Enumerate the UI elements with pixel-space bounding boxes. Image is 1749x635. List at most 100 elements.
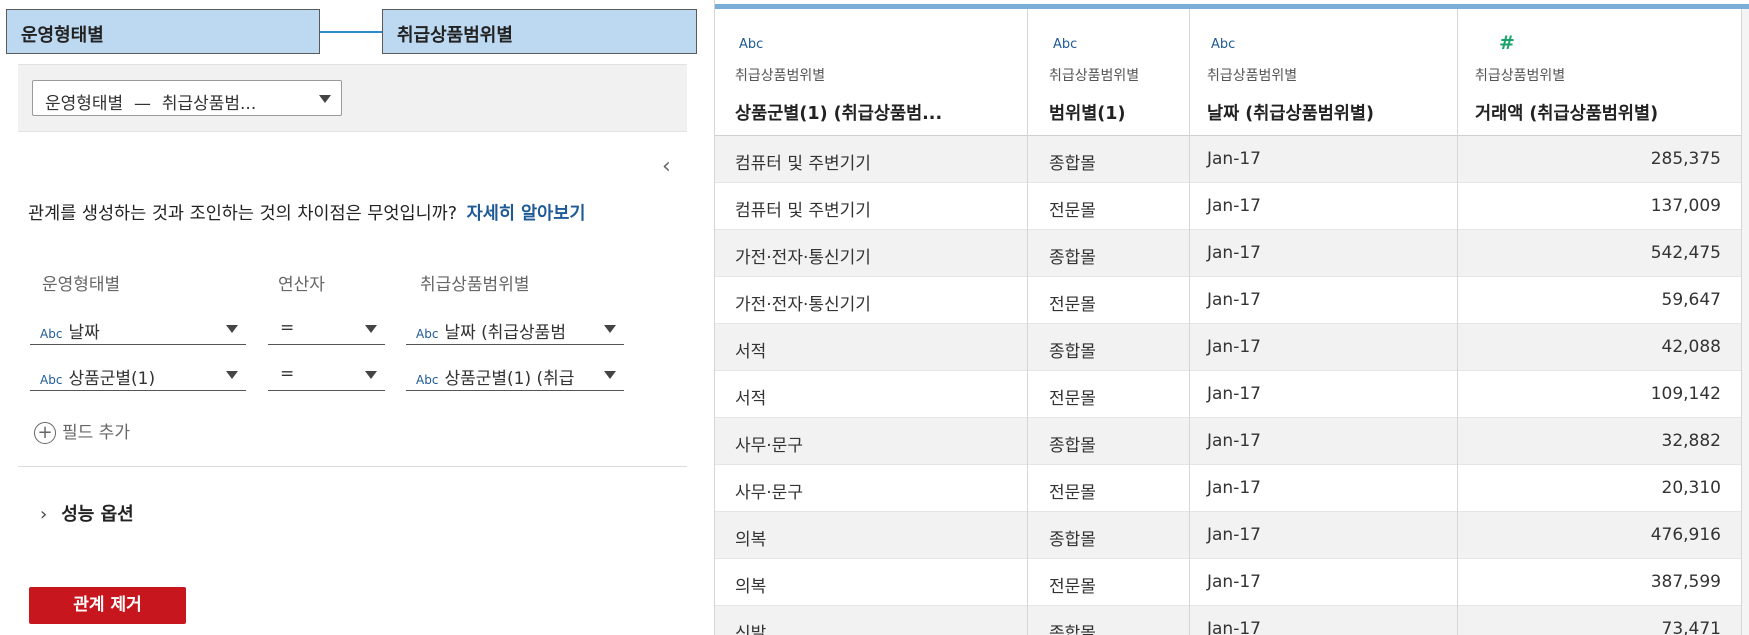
- column-header[interactable]: Abc 취급상품범위별 범위별(1): [1049, 9, 1199, 136]
- table-row[interactable]: 가전·전자·통신기기 종합몰 Jan-17 542,475: [715, 230, 1741, 277]
- cell-amount: 42,088: [1661, 337, 1721, 357]
- learn-more-link[interactable]: 자세히 알아보기: [467, 204, 586, 224]
- cell-date: Jan-17: [1207, 149, 1261, 169]
- column-divider[interactable]: [1027, 9, 1028, 635]
- relationship-link-line[interactable]: [320, 31, 382, 33]
- help-line: 관계를 생성하는 것과 조인하는 것의 차이점은 무엇입니까? 자세히 알아보기: [28, 200, 585, 225]
- table-row[interactable]: 가전·전자·통신기기 전문몰 Jan-17 59,647: [715, 277, 1741, 324]
- cell-category: 신발: [735, 624, 767, 635]
- cell-amount: 32,882: [1661, 431, 1721, 451]
- column-header[interactable]: # 취급상품범위별 거래액 (취급상품범위별): [1475, 9, 1735, 136]
- clause-header-left: 운영형태별: [42, 275, 121, 295]
- clause-header-operator: 연산자: [278, 275, 325, 295]
- table-row[interactable]: 사무·문구 전문몰 Jan-17 20,310: [715, 465, 1741, 512]
- caret-down-icon: [604, 371, 616, 379]
- cell-category: 의복: [735, 530, 767, 550]
- cell-range: 종합몰: [1049, 342, 1096, 362]
- right-table-node[interactable]: 취급상품범위별: [382, 9, 697, 54]
- cell-category: 컴퓨터 및 주변기기: [735, 154, 871, 174]
- clause-1-operator-value: =: [280, 318, 295, 338]
- clause-1-operator[interactable]: =: [268, 313, 385, 345]
- cell-range: 전문몰: [1049, 201, 1096, 221]
- table-row[interactable]: 서적 종합몰 Jan-17 42,088: [715, 324, 1741, 371]
- clause-1-right-field[interactable]: Abc 날짜 (취급상품범: [406, 313, 624, 345]
- chevron-right-icon: ›: [40, 504, 48, 525]
- table-row[interactable]: 사무·문구 종합몰 Jan-17 32,882: [715, 418, 1741, 465]
- column-source: 취급상품범위별: [1207, 68, 1298, 84]
- column-name: 범위별(1): [1049, 104, 1126, 124]
- cell-date: Jan-17: [1207, 478, 1261, 498]
- cell-amount: 285,375: [1650, 149, 1721, 169]
- add-field-button[interactable]: + 필드 추가: [34, 418, 130, 444]
- cell-date: Jan-17: [1207, 243, 1261, 263]
- cell-category: 의복: [735, 577, 767, 597]
- caret-down-icon: [365, 325, 377, 333]
- table-pair-dropdown[interactable]: 운영형태별 — 취급상품범...: [32, 80, 342, 116]
- cell-category: 사무·문구: [735, 436, 803, 456]
- clause-2-right-field[interactable]: Abc 상품군별(1) (취급: [406, 359, 624, 391]
- clause-2-left-field[interactable]: Abc 상품군별(1): [30, 359, 246, 391]
- clause-1-right-value: 날짜 (취급상품범: [444, 323, 566, 343]
- string-type-icon: Abc: [1053, 37, 1078, 52]
- column-name: 날짜 (취급상품범위별): [1207, 104, 1374, 124]
- column-header[interactable]: Abc 취급상품범위별 상품군별(1) (취급상품범...: [735, 9, 1035, 136]
- cell-category: 가전·전자·통신기기: [735, 248, 871, 268]
- column-name: 거래액 (취급상품범위별): [1475, 104, 1659, 124]
- cell-amount: 476,916: [1650, 525, 1721, 545]
- cell-category: 컴퓨터 및 주변기기: [735, 201, 871, 221]
- clause-2-operator[interactable]: =: [268, 359, 385, 391]
- clause-1-left-field[interactable]: Abc 날짜: [30, 313, 246, 345]
- cell-amount: 109,142: [1650, 384, 1721, 404]
- cell-date: Jan-17: [1207, 525, 1261, 545]
- string-type-icon: Abc: [416, 327, 439, 341]
- column-divider[interactable]: [1457, 9, 1458, 635]
- cell-range: 종합몰: [1049, 530, 1096, 550]
- relationship-editor-pane: 운영형태별 취급상품범위별 운영형태별 — 취급상품범... ‹ 관계를 생성하…: [0, 0, 700, 635]
- data-grid: Abc 취급상품범위별 상품군별(1) (취급상품범... Abc 취급상품범위…: [714, 0, 1749, 635]
- caret-down-icon: [319, 95, 331, 103]
- string-type-icon: Abc: [40, 327, 63, 341]
- cell-range: 전문몰: [1049, 577, 1096, 597]
- table-row[interactable]: 의복 전문몰 Jan-17 387,599: [715, 559, 1741, 606]
- divider: [18, 466, 687, 467]
- string-type-icon: Abc: [739, 37, 764, 52]
- remove-relationship-button[interactable]: 관계 제거: [29, 587, 186, 624]
- cell-category: 사무·문구: [735, 483, 803, 503]
- grid-header: Abc 취급상품범위별 상품군별(1) (취급상품범... Abc 취급상품범위…: [715, 9, 1749, 136]
- column-divider[interactable]: [1189, 9, 1190, 635]
- clause-2-right-value: 상품군별(1) (취급: [444, 369, 575, 389]
- clause-2-left-value: 상품군별(1): [68, 369, 156, 389]
- caret-down-icon: [604, 325, 616, 333]
- grid-body: 컴퓨터 및 주변기기 종합몰 Jan-17 285,375 컴퓨터 및 주변기기…: [715, 136, 1749, 635]
- table-pair-value: 운영형태별 — 취급상품범...: [45, 94, 257, 114]
- cell-amount: 137,009: [1650, 196, 1721, 216]
- cell-amount: 542,475: [1650, 243, 1721, 263]
- table-row[interactable]: 의복 종합몰 Jan-17 476,916: [715, 512, 1741, 559]
- plus-circle-icon: +: [34, 422, 56, 444]
- table-row[interactable]: 서적 전문몰 Jan-17 109,142: [715, 371, 1741, 418]
- table-row[interactable]: 신발 종합몰 Jan-17 73,471: [715, 606, 1741, 635]
- vertical-scrollbar[interactable]: [1741, 9, 1749, 635]
- column-source: 취급상품범위별: [1049, 68, 1140, 84]
- performance-options-toggle[interactable]: › 성능 옵션: [40, 500, 134, 526]
- cell-amount: 20,310: [1661, 478, 1721, 498]
- table-row[interactable]: 컴퓨터 및 주변기기 전문몰 Jan-17 137,009: [715, 183, 1741, 230]
- cell-category: 서적: [735, 342, 767, 362]
- chevron-left-icon[interactable]: ‹: [662, 154, 671, 179]
- clause-header-right: 취급상품범위별: [420, 275, 530, 295]
- cell-range: 전문몰: [1049, 483, 1096, 503]
- number-type-icon: #: [1499, 32, 1515, 54]
- cell-amount: 387,599: [1650, 572, 1721, 592]
- column-header[interactable]: Abc 취급상품범위별 날짜 (취급상품범위별): [1207, 9, 1467, 136]
- string-type-icon: Abc: [40, 373, 63, 387]
- cell-range: 종합몰: [1049, 248, 1096, 268]
- cell-date: Jan-17: [1207, 572, 1261, 592]
- cell-range: 종합몰: [1049, 624, 1096, 635]
- left-table-node[interactable]: 운영형태별: [6, 9, 320, 54]
- table-row[interactable]: 컴퓨터 및 주변기기 종합몰 Jan-17 285,375: [715, 136, 1741, 183]
- add-field-label: 필드 추가: [62, 423, 130, 443]
- string-type-icon: Abc: [416, 373, 439, 387]
- cell-date: Jan-17: [1207, 290, 1261, 310]
- caret-down-icon: [365, 371, 377, 379]
- cell-range: 전문몰: [1049, 389, 1096, 409]
